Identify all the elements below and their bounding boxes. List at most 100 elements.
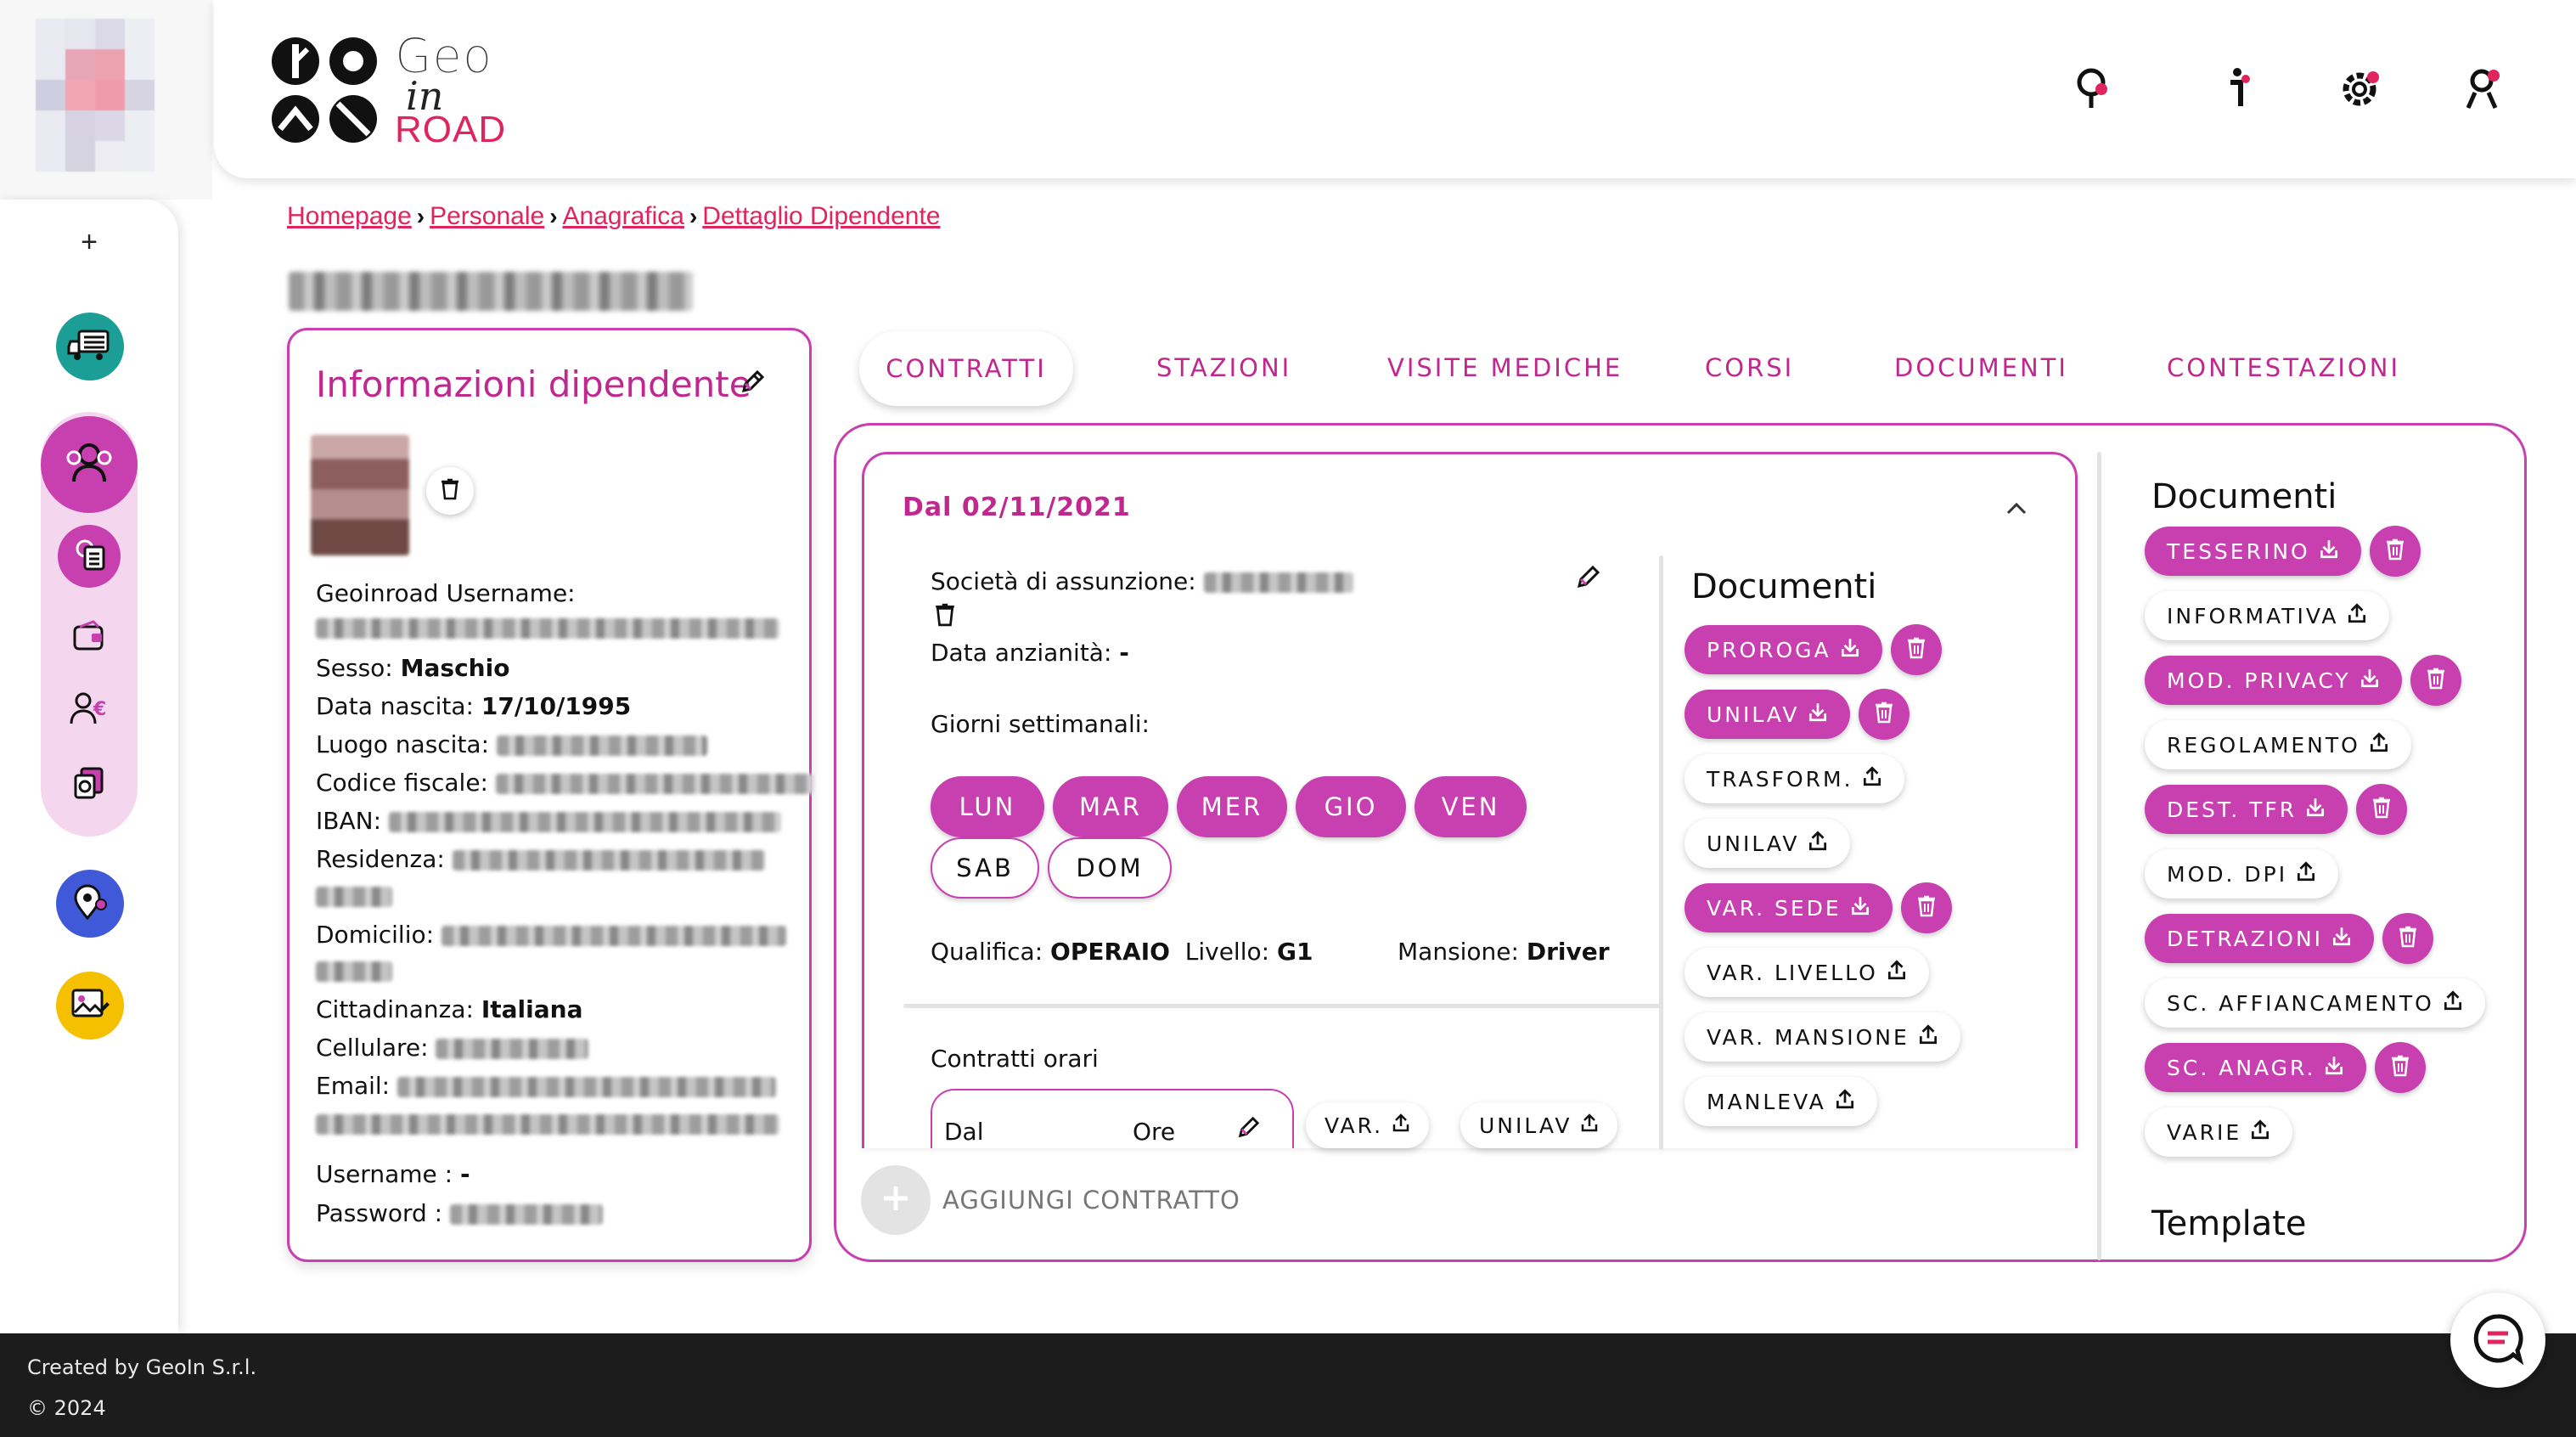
contract-doc-label: VAR. SEDE — [1707, 895, 1842, 921]
upload-icon — [2369, 731, 2389, 758]
chat-button[interactable] — [2450, 1293, 2545, 1388]
sidebar-item-wallet[interactable] — [65, 613, 113, 661]
employee-doc-dest-tfr-button[interactable]: DEST. TFR — [2145, 785, 2348, 834]
trash-icon — [1916, 895, 1937, 921]
add-contract-label[interactable]: AGGIUNGI CONTRATTO — [942, 1186, 1240, 1214]
edit-contract-button[interactable] — [1574, 564, 1603, 593]
employee-info-title: Informazioni dipendente — [316, 363, 751, 405]
header-user-button[interactable] — [2457, 63, 2511, 117]
contract-doc-var-livello-button[interactable]: VAR. LIVELLO — [1685, 948, 1929, 997]
residence-value-redacted-2 — [316, 887, 392, 907]
employee-doc-informativa-button[interactable]: INFORMATIVA — [2145, 591, 2390, 640]
taxcode-value-redacted — [495, 774, 813, 794]
employee-doc-detrazioni-delete-button[interactable] — [2382, 913, 2433, 964]
day-lun[interactable]: LUN — [931, 776, 1044, 837]
day-sab[interactable]: SAB — [931, 837, 1039, 899]
employee-doc-sc-anagr-delete-button[interactable] — [2375, 1042, 2426, 1093]
employee-doc-label: TESSERINO — [2167, 538, 2310, 564]
employee-doc-mod-privacy-delete-button[interactable] — [2410, 655, 2461, 706]
day-ven[interactable]: VEN — [1415, 776, 1527, 837]
download-icon — [2331, 925, 2352, 952]
tab-stazioni[interactable]: STAZIONI — [1156, 353, 1291, 382]
hourly-unilav-upload-button[interactable]: UNILAV — [1460, 1102, 1618, 1148]
employee-doc-mod-privacy-button[interactable]: MOD. PRIVACY — [2145, 656, 2402, 705]
employee-doc-sc-anagr-button[interactable]: SC. ANAGR. — [2145, 1043, 2367, 1092]
add-contract-button[interactable] — [861, 1165, 931, 1235]
employee-doc-label: REGOLAMENTO — [2167, 732, 2360, 758]
trash-icon — [2426, 668, 2446, 694]
header-info-button[interactable] — [2210, 63, 2264, 117]
contract-doc-var-mansione-button[interactable]: VAR. MANSIONE — [1685, 1012, 1960, 1062]
sidebar-item-payroll[interactable]: € — [65, 686, 113, 734]
upload-icon — [2443, 989, 2463, 1017]
contract-doc-unilav-button[interactable]: UNILAV — [1685, 690, 1851, 739]
employee-docs-title: Documenti — [2151, 477, 2337, 516]
company-value-redacted — [1203, 572, 1353, 593]
day-mar[interactable]: MAR — [1053, 776, 1168, 837]
upload-icon — [1392, 1113, 1410, 1138]
breadcrumb-anagrafica[interactable]: Anagrafica — [563, 202, 684, 231]
hourly-var-upload-button[interactable]: VAR. — [1306, 1102, 1430, 1148]
download-icon — [1808, 701, 1828, 728]
birthplace-label: Luogo nascita: — [316, 730, 490, 758]
contract-doc-label: VAR. LIVELLO — [1707, 960, 1878, 985]
day-dom[interactable]: DOM — [1048, 837, 1172, 899]
birthplace-value-redacted — [496, 735, 707, 756]
sidebar-item-employees[interactable] — [41, 416, 138, 513]
breadcrumb-dettaglio[interactable]: Dettaglio Dipendente — [702, 202, 940, 231]
chevron-up-icon — [2004, 502, 2029, 525]
tab-visite-mediche[interactable]: VISITE MEDICHE — [1387, 353, 1623, 382]
upload-icon — [2296, 860, 2316, 888]
employee-doc-tesserino-button[interactable]: TESSERINO — [2145, 527, 2361, 576]
header-settings-button[interactable] — [2333, 63, 2388, 117]
collapse-contract-button[interactable] — [2004, 496, 2029, 521]
employee-doc-sc-affiancamento-button[interactable]: SC. AFFIANCAMENTO — [2145, 978, 2485, 1028]
header-search-button[interactable] — [2067, 63, 2121, 117]
download-icon — [2305, 796, 2326, 823]
contract-doc-unilav-button[interactable]: UNILAV — [1685, 819, 1851, 868]
employee-doc-detrazioni-button[interactable]: DETRAZIONI — [2145, 914, 2375, 963]
employee-doc-label: MOD. PRIVACY — [2167, 668, 2351, 693]
sidebar-item-map[interactable] — [56, 870, 124, 938]
sidebar-item-gallery[interactable] — [56, 972, 124, 1040]
contract-doc-var-sede-button[interactable]: VAR. SEDE — [1685, 883, 1893, 933]
trash-icon — [1906, 637, 1926, 663]
user-euro-icon: € — [70, 690, 109, 731]
contract-doc-manleva-button[interactable]: MANLEVA — [1685, 1077, 1877, 1126]
employee-doc-mod-dpi-button[interactable]: MOD. DPI — [2145, 849, 2339, 899]
contract-doc-unilav-delete-button[interactable] — [1859, 689, 1910, 740]
employee-doc-tesserino-delete-button[interactable] — [2370, 526, 2421, 577]
users-icon — [64, 439, 115, 491]
tab-contratti[interactable]: CONTRATTI — [859, 331, 1073, 406]
contract-doc-proroga-button[interactable]: PROROGA — [1685, 625, 1882, 674]
email-field: Email: — [316, 1072, 777, 1100]
delete-contract-button[interactable] — [934, 603, 959, 628]
tab-corsi[interactable]: CORSI — [1705, 353, 1794, 382]
edit-employee-button[interactable] — [739, 369, 768, 397]
sidebar-item-registry[interactable] — [58, 525, 121, 588]
sidebar-item-vehicles[interactable] — [56, 313, 124, 380]
employee-name-redacted — [289, 272, 693, 311]
employee-photo — [311, 435, 409, 555]
breadcrumb-personale[interactable]: Personale — [430, 202, 544, 231]
sidebar-item-documents[interactable] — [65, 761, 113, 809]
employee-doc-varie-button[interactable]: VARIE — [2145, 1107, 2293, 1157]
contract-doc-trasform-button[interactable]: TRASFORM. — [1685, 754, 1904, 803]
delete-photo-button[interactable] — [426, 467, 474, 515]
tab-documenti[interactable]: DOCUMENTI — [1894, 353, 2068, 382]
phone-value-redacted — [436, 1039, 589, 1059]
company-label: Società di assunzione: — [931, 567, 1196, 595]
edit-hourly-contract-button[interactable] — [1235, 1114, 1263, 1143]
residence-field: Residenza: — [316, 845, 765, 873]
mansione-field: Mansione: Driver — [1398, 938, 1610, 966]
truck-icon — [67, 326, 113, 368]
day-gio[interactable]: GIO — [1296, 776, 1406, 837]
breadcrumb-homepage[interactable]: Homepage — [287, 202, 412, 231]
employee-doc-regolamento-button[interactable]: REGOLAMENTO — [2145, 720, 2411, 769]
sidebar-add-button[interactable]: + — [76, 228, 102, 256]
contract-doc-proroga-delete-button[interactable] — [1891, 624, 1942, 675]
day-mer[interactable]: MER — [1177, 776, 1287, 837]
contract-doc-var-sede-delete-button[interactable] — [1901, 882, 1952, 933]
tab-contestazioni[interactable]: CONTESTAZIONI — [2167, 353, 2400, 382]
employee-doc-dest-tfr-delete-button[interactable] — [2356, 784, 2407, 835]
